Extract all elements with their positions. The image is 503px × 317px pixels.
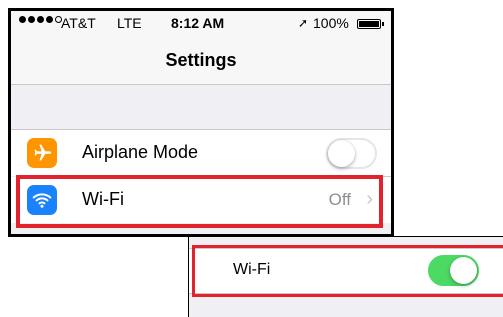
status-bar: AT&T LTE 8:12 AM ➚ 100% [11, 11, 391, 37]
airplane-mode-label: Airplane Mode [82, 142, 199, 162]
wifi-toggle-label: Wi-Fi [233, 261, 271, 278]
signal-strength-icon [19, 16, 62, 23]
battery-percentage: 100% [313, 15, 349, 31]
network-type: LTE [117, 15, 142, 31]
page-title: Settings [165, 50, 237, 70]
wifi-status-value: Off [328, 190, 351, 209]
wifi-label: Wi-Fi [82, 189, 124, 209]
airplane-mode-toggle[interactable] [326, 138, 377, 169]
airplane-mode-row[interactable]: Airplane Mode [11, 130, 391, 176]
battery-icon [357, 19, 381, 29]
wifi-toggle-zoom-snippet: Wi-Fi [188, 236, 503, 317]
carrier-name: AT&T [61, 15, 96, 31]
chevron-right-icon: › [366, 188, 373, 210]
wifi-row[interactable]: Wi-Fi Off › [11, 177, 391, 223]
toggle-knob [328, 140, 355, 167]
location-arrow-icon: ➚ [298, 16, 309, 30]
navigation-bar: Settings [11, 37, 391, 85]
status-time: 8:12 AM [171, 15, 225, 31]
wifi-icon [27, 185, 57, 215]
toggle-knob [450, 257, 477, 284]
wifi-toggle-row[interactable]: Wi-Fi [189, 248, 503, 294]
wifi-toggle[interactable] [428, 255, 479, 286]
airplane-icon [27, 138, 57, 168]
phone-screenshot: AT&T LTE 8:12 AM ➚ 100% Settings Airplan… [11, 11, 391, 234]
battery-tip [382, 22, 384, 26]
